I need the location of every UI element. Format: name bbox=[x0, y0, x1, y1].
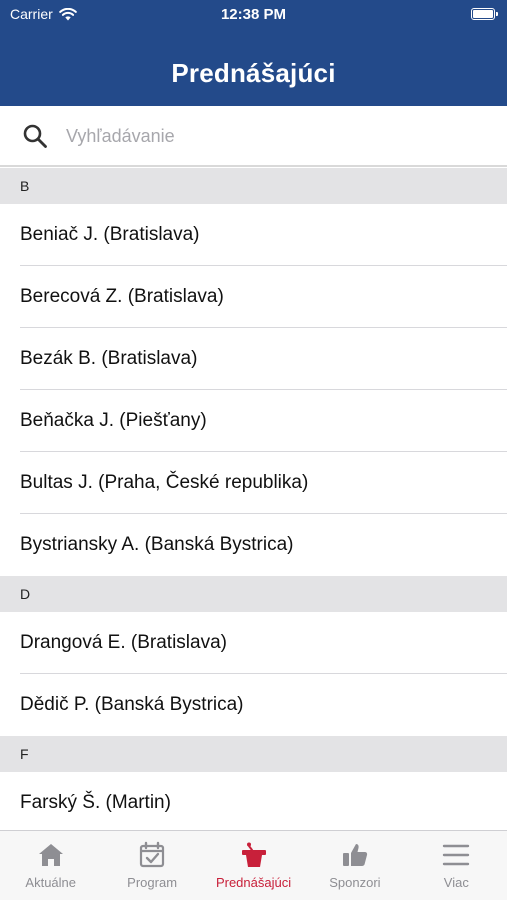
tab-program[interactable]: Program bbox=[101, 831, 202, 900]
tab-label: Prednášajúci bbox=[215, 875, 292, 890]
list-item[interactable]: Beňačka J. (Piešťany) bbox=[0, 390, 507, 452]
calendar-check-icon bbox=[140, 841, 165, 868]
tab-label: Aktuálne bbox=[25, 875, 76, 890]
podium-icon bbox=[241, 842, 266, 867]
list-item[interactable]: Beniač J. (Bratislava) bbox=[0, 204, 507, 266]
section-header: B bbox=[0, 168, 507, 204]
search-bar[interactable] bbox=[0, 106, 507, 167]
section-header: D bbox=[0, 576, 507, 612]
search-icon bbox=[23, 124, 47, 148]
tab-aktualne[interactable]: Aktuálne bbox=[0, 831, 101, 900]
list-item[interactable]: Bystriansky A. (Banská Bystrica) bbox=[0, 514, 507, 576]
tab-prednasajuci[interactable]: Prednášajúci bbox=[203, 831, 304, 900]
tab-label: Viac bbox=[443, 875, 469, 890]
tab-viac[interactable]: Viac bbox=[406, 831, 507, 900]
thumbs-up-icon bbox=[342, 844, 368, 866]
menu-icon bbox=[443, 844, 470, 866]
tab-label: Program bbox=[127, 875, 178, 890]
status-bar: Carrier 12:38 PM bbox=[0, 0, 507, 28]
navigation-header: Carrier 12:38 PM Prednášajúci bbox=[0, 0, 507, 106]
list-item[interactable]: Bultas J. (Praha, České republika) bbox=[0, 452, 507, 514]
tab-bar: Aktuálne Program Prednášajúci Sponzori V… bbox=[0, 830, 507, 900]
tab-label: Sponzori bbox=[329, 875, 381, 890]
status-time: 12:38 PM bbox=[220, 6, 287, 23]
battery-icon bbox=[471, 8, 498, 20]
list-item[interactable]: Drangová E. (Bratislava) bbox=[0, 612, 507, 674]
list-item[interactable]: Bezák B. (Bratislava) bbox=[0, 328, 507, 390]
list-item[interactable]: Berecová Z. (Bratislava) bbox=[0, 266, 507, 328]
tab-sponzori[interactable]: Sponzori bbox=[304, 831, 405, 900]
search-input[interactable] bbox=[66, 118, 486, 154]
list-item[interactable]: Dědič P. (Banská Bystrica) bbox=[0, 674, 507, 736]
home-icon bbox=[38, 844, 63, 866]
section-header: F bbox=[0, 736, 507, 772]
list-item[interactable]: Farský Š. (Martin) bbox=[0, 772, 507, 830]
speaker-list[interactable]: B Beniač J. (Bratislava) Berecová Z. (Brat… bbox=[0, 168, 507, 830]
page-title: Prednášajúci bbox=[171, 58, 336, 88]
